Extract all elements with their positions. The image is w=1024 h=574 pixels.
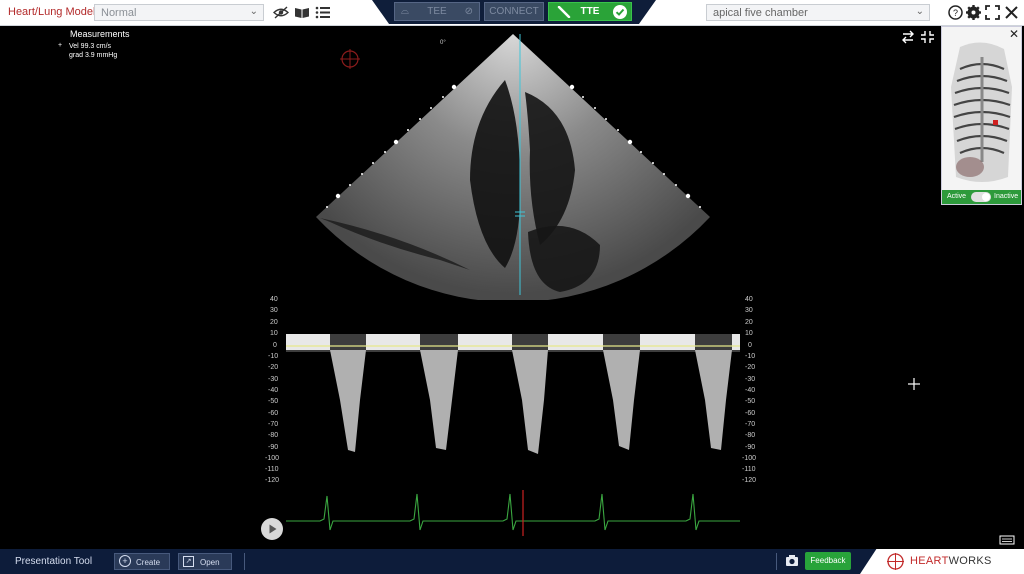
scale-tick: -110 <box>742 466 756 473</box>
scale-tick: -70 <box>268 421 279 428</box>
scale-tick: -30 <box>268 376 279 383</box>
scale-tick: -30 <box>745 376 756 383</box>
divider <box>776 553 777 570</box>
scale-tick: -50 <box>268 398 279 405</box>
presentation-tool-label: Presentation Tool <box>15 556 93 567</box>
camera-icon[interactable] <box>785 554 799 567</box>
scale-tick: -10 <box>268 353 279 360</box>
divider <box>244 553 245 570</box>
scale-tick: 40 <box>270 296 278 303</box>
scale-tick: 30 <box>270 307 278 314</box>
active-toggle[interactable]: Active Inactive <box>942 190 1021 204</box>
play-button[interactable] <box>261 518 283 540</box>
heartworks-logo: HEARTWORKS <box>860 549 1024 574</box>
scale-tick: -60 <box>745 410 756 417</box>
external-link-icon: ↗ <box>183 556 194 567</box>
scale-tick: -40 <box>745 387 756 394</box>
swap-icon[interactable] <box>902 30 914 44</box>
active-label: Active <box>947 193 967 200</box>
ecg-trace <box>286 493 740 531</box>
inactive-label: Inactive <box>994 193 1019 200</box>
torso-model-image <box>942 27 1021 191</box>
scale-tick: -20 <box>745 364 756 371</box>
brand-name: HEARTWORKS <box>910 555 992 567</box>
create-button[interactable]: + Create <box>114 553 170 570</box>
ultrasound-display[interactable] <box>0 0 1024 574</box>
scale-tick: 20 <box>745 319 753 326</box>
scale-tick: -60 <box>268 410 279 417</box>
crosshair-icon <box>908 378 920 390</box>
toggle-switch[interactable] <box>971 192 991 202</box>
scale-tick: -90 <box>745 444 756 451</box>
scale-tick: 20 <box>270 319 278 326</box>
scale-tick: 0 <box>273 342 277 349</box>
scale-tick: -80 <box>745 432 756 439</box>
orientation-marker-icon <box>340 49 360 69</box>
scale-tick: -80 <box>268 432 279 439</box>
collapse-icon[interactable] <box>921 31 934 43</box>
open-button[interactable]: ↗ Open <box>178 553 232 570</box>
keyboard-icon[interactable] <box>999 535 1015 545</box>
scale-tick: -120 <box>742 477 757 484</box>
create-label: Create <box>136 558 161 567</box>
brand-part2: WORKS <box>948 555 992 567</box>
angle-label: 0° <box>440 40 446 46</box>
scale-tick: -50 <box>745 398 756 405</box>
open-label: Open <box>200 558 220 567</box>
body-model-panel[interactable]: ✕ Active Inactive <box>941 26 1022 205</box>
scale-tick: -90 <box>268 444 279 451</box>
brand-part1: HEART <box>910 555 949 567</box>
bottom-toolbar: Presentation Tool + Create ↗ Open Feedba… <box>0 549 1024 574</box>
scale-tick: 30 <box>745 307 753 314</box>
scale-tick: -70 <box>745 421 756 428</box>
close-icon[interactable]: ✕ <box>1009 27 1019 41</box>
scale-tick: 10 <box>270 330 278 337</box>
scale-tick: -10 <box>745 353 756 360</box>
logo-icon <box>887 553 904 570</box>
scale-tick: -20 <box>268 364 279 371</box>
doppler-spectrum <box>286 300 740 536</box>
scale-tick: 10 <box>745 330 753 337</box>
scale-tick: -40 <box>268 387 279 394</box>
scale-tick: -100 <box>265 455 280 462</box>
scale-tick: 40 <box>745 296 753 303</box>
play-icon <box>269 524 277 534</box>
scale-tick: 0 <box>748 342 752 349</box>
scale-tick: -100 <box>742 455 757 462</box>
scale-tick: -120 <box>265 477 280 484</box>
scale-tick: -110 <box>265 466 279 473</box>
feedback-button[interactable]: Feedback <box>805 552 851 570</box>
add-icon: + <box>119 555 131 567</box>
toggle-knob <box>982 193 990 201</box>
